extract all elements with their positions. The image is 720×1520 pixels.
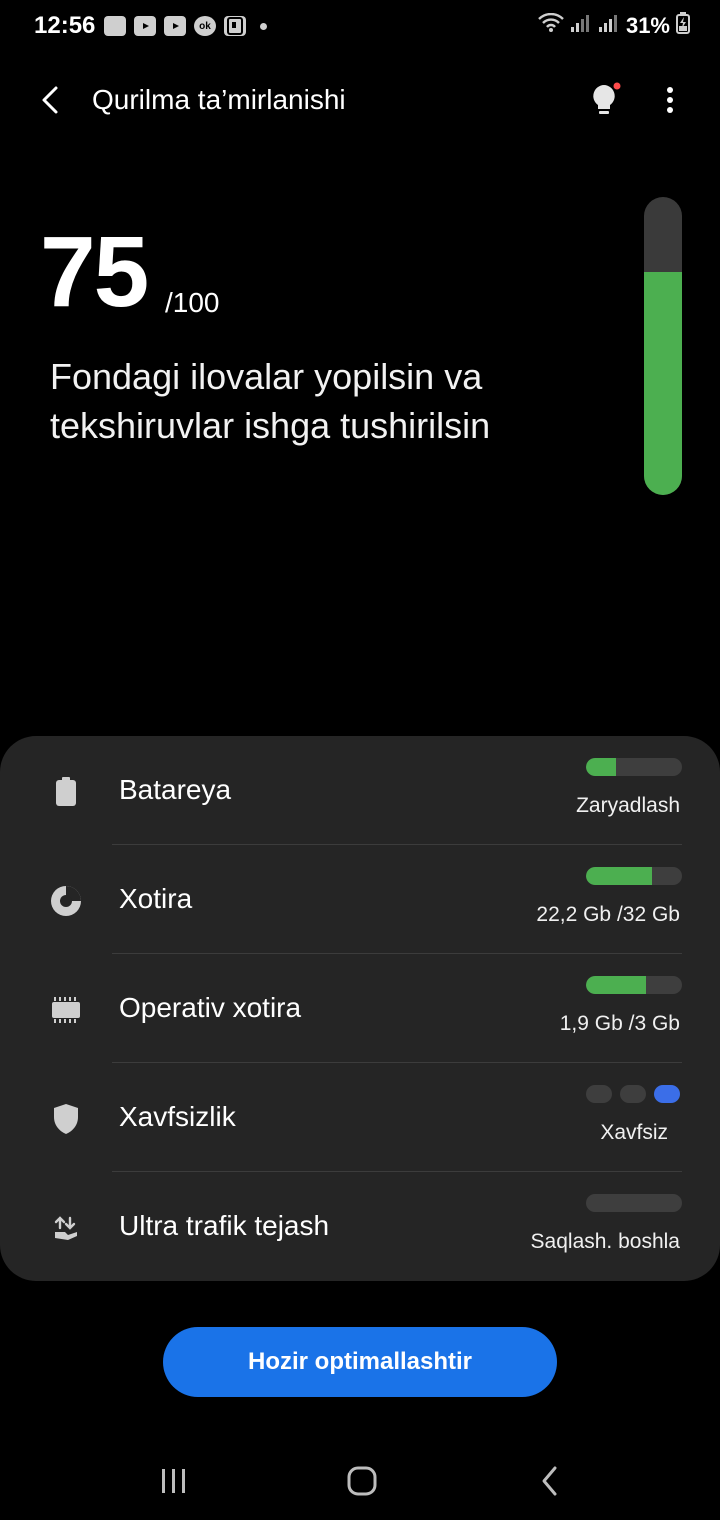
battery-level-fill	[586, 758, 616, 776]
level-dot	[586, 1085, 612, 1103]
back-nav-icon	[542, 1466, 557, 1496]
lightbulb-icon	[593, 82, 621, 114]
chat-bubble-icon	[104, 16, 126, 36]
status-time: 12:56	[34, 12, 96, 39]
battery-row[interactable]: Batareya Zaryadlash	[0, 736, 720, 845]
tips-button[interactable]	[582, 78, 626, 122]
app-bar: Qurilma ta’mirlanishi	[0, 64, 720, 136]
battery-icon	[46, 772, 86, 812]
storage-usage: 22,2 Gb /32 Gb	[536, 903, 680, 926]
back-nav-button[interactable]	[520, 1456, 580, 1506]
more-notifications-dot	[260, 22, 267, 30]
notification-icons: ok	[104, 16, 267, 36]
ram-level-bar	[586, 976, 682, 994]
youtube-icon	[164, 16, 186, 36]
memory-chip-icon	[46, 990, 86, 1030]
security-label: Xavfsizlik	[119, 1101, 236, 1132]
status-right: 31%	[538, 12, 690, 39]
ram-level-fill	[586, 976, 647, 994]
security-level-indicator	[586, 1085, 682, 1103]
ram-usage: 1,9 Gb /3 Gb	[559, 1012, 680, 1035]
data-saver-row[interactable]: Ultra trafik tejash Saqlash. boshla	[0, 1172, 720, 1281]
battery-charging-icon	[676, 12, 690, 39]
battery-percent: 31%	[625, 12, 670, 38]
optimize-now-button[interactable]: Hozir optimallashtir	[163, 1327, 557, 1397]
level-dot	[620, 1085, 646, 1103]
more-vertical-icon	[667, 87, 673, 113]
home-icon	[347, 1466, 377, 1496]
more-options-button[interactable]	[648, 78, 692, 122]
back-arrow-icon	[42, 86, 58, 114]
security-row[interactable]: Xavfsizlik Xavfsiz	[0, 1063, 720, 1172]
home-button[interactable]	[332, 1456, 392, 1506]
navigation-bar	[0, 1440, 720, 1520]
clipboard-icon	[224, 16, 246, 36]
recent-apps-button[interactable]	[144, 1456, 204, 1506]
recent-apps-icon	[162, 1469, 185, 1493]
wifi-icon	[538, 12, 564, 38]
data-saver-icon	[46, 1208, 86, 1248]
ram-row[interactable]: Operativ xotira 1,9 Gb /3 Gb	[0, 954, 720, 1063]
storage-level-fill	[586, 867, 653, 885]
page-title: Qurilma ta’mirlanishi	[92, 84, 346, 115]
pie-chart-icon	[46, 881, 86, 921]
storage-level-bar	[586, 867, 682, 885]
data-saver-label: Ultra trafik tejash	[119, 1210, 330, 1241]
ram-label: Operativ xotira	[119, 992, 302, 1023]
status-card: Batareya Zaryadlash Xotira 22,2 Gb /32 G…	[0, 736, 720, 1281]
level-dot-active	[654, 1085, 680, 1103]
youtube-icon	[134, 16, 156, 36]
score-level-fill	[644, 271, 682, 495]
back-button[interactable]	[30, 80, 70, 120]
status-bar: 12:56 ok 31%	[0, 0, 720, 56]
optimization-score: 75	[40, 216, 149, 328]
shield-icon	[46, 1099, 86, 1139]
score-level-bar	[644, 197, 682, 495]
data-saver-action: Saqlash. boshla	[530, 1230, 680, 1253]
ok-icon: ok	[194, 16, 216, 36]
status-message: Fondagi ilovalar yopilsin va tekshiruvla…	[50, 356, 491, 446]
signal-icon	[570, 13, 592, 38]
battery-status: Zaryadlash	[576, 794, 680, 817]
data-saver-level-bar	[586, 1194, 682, 1212]
storage-label: Xotira	[119, 883, 193, 914]
battery-label: Batareya	[119, 774, 232, 805]
storage-row[interactable]: Xotira 22,2 Gb /32 Gb	[0, 845, 720, 954]
security-status: Xavfsiz	[600, 1121, 668, 1144]
signal-icon	[598, 13, 620, 38]
score-max: /100	[165, 287, 220, 318]
battery-level-bar	[586, 758, 682, 776]
